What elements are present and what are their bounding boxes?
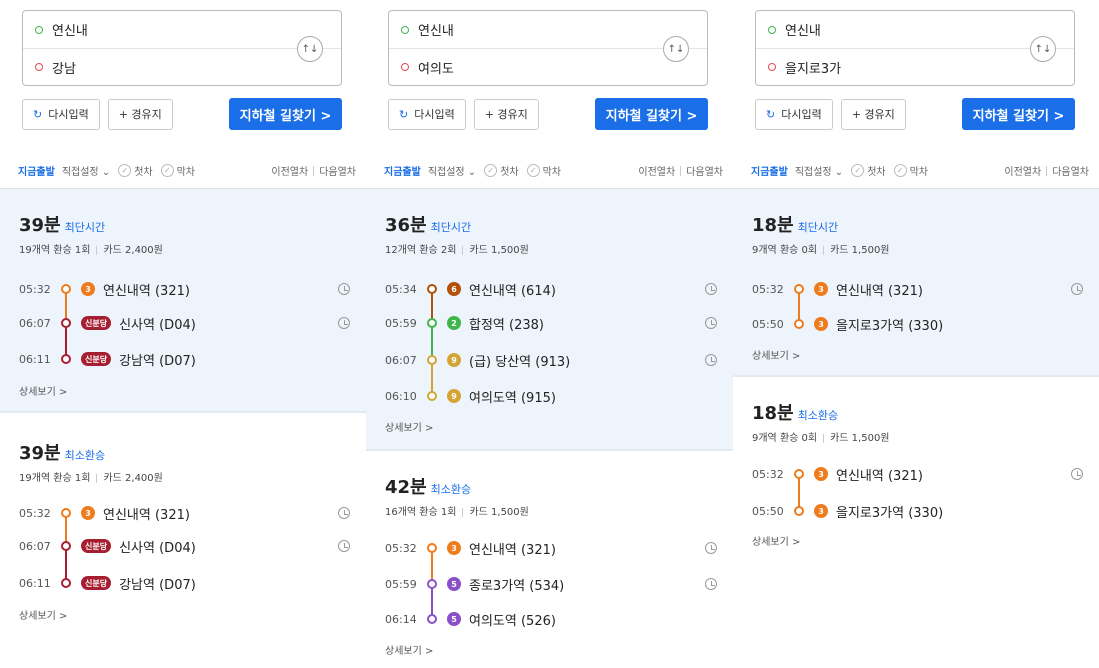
detail-link[interactable]: 상세보기 > [19,607,67,622]
destination-dot-icon [768,63,776,71]
last-train-checkbox[interactable]: ✓ 막차 [893,163,928,178]
origin-field[interactable]: 연신내 [23,11,341,48]
route-stop: 05:32 3 연신내역 (321) [19,504,350,523]
direct-set-dropdown[interactable]: 직접설정 ⌄ [428,163,476,178]
subway-search-button[interactable]: 지하철 길찾기 > [962,98,1075,130]
route-stop: 06:11 신분당 강남역 (D07) [19,352,196,369]
reset-button[interactable]: ↻ 다시입력 [755,98,833,130]
next-train-link[interactable]: 다음열차 [686,163,723,178]
route-stop: 05:50 3 을지로3가역 (330) [752,317,944,334]
route-card[interactable]: 42분 최소환승 16개역 환승 1회 카드 1,500원 05:32 3 연신내역 (… [366,451,733,668]
route-panel-2: 연신내 여의도 ↑↓ ↻ 다시입력 + 경유지 지하철 길찾기 > 지금출발 직접… [366,0,733,668]
swap-icon[interactable]: ↑↓ [297,36,323,62]
route-stop: 05:59 5 종로3가역 (534) [385,575,717,594]
detail-link[interactable]: 상세보기 > [385,419,433,434]
direct-set-dropdown[interactable]: 직접설정 ⌄ [795,163,843,178]
destination-dot-icon [401,63,409,71]
clock-icon[interactable] [705,578,717,590]
route-card[interactable]: 39분 최단시간 19개역 환승 1회 카드 2,400원 05:32 3 연신내역 (… [0,189,366,411]
add-waypoint-button[interactable]: + 경유지 [473,98,539,130]
origin-field[interactable]: 연신내 [389,11,707,48]
reset-button[interactable]: ↻ 다시입력 [22,98,100,130]
destination-field[interactable]: 여의도 [389,48,707,85]
destination-field[interactable]: 강남 [23,48,341,85]
next-train-link[interactable]: 다음열차 [319,163,356,178]
route-stop: 06:07 신분당 신사역 (D04) [19,314,350,333]
clock-icon[interactable] [705,542,717,554]
search-box: 연신내 강남 ↑↓ [22,10,342,86]
clock-icon[interactable] [338,507,350,519]
clock-icon[interactable] [338,283,350,295]
origin-dot-icon [401,25,409,34]
swap-icon[interactable]: ↑↓ [1030,36,1056,62]
route-stop: 05:50 3 을지로3가역 (330) [752,504,944,521]
first-train-checkbox[interactable]: ✓ 첫차 [118,163,153,178]
route-card[interactable]: 18분 최소환승 9개역 환승 0회 카드 1,500원 05:32 3 연신내역 (3… [733,377,1099,577]
clock-icon[interactable] [338,317,350,329]
subway-search-button[interactable]: 지하철 길찾기 > [229,98,342,130]
route-stop: 06:07 9 (급) 당산역 (913) [385,351,717,370]
search-box: 연신내 을지로3가 ↑↓ [755,10,1075,86]
first-train-checkbox[interactable]: ✓ 첫차 [851,163,886,178]
route-stop: 05:32 3 연신내역 (321) [752,465,1083,484]
route-stop: 05:34 6 연신내역 (614) [385,280,717,299]
subway-search-button[interactable]: 지하철 길찾기 > [595,98,708,130]
prev-train-link[interactable]: 이전열차 [271,163,308,178]
add-waypoint-button[interactable]: + 경유지 [107,98,173,130]
check-icon: ✓ [526,164,540,177]
check-icon: ✓ [160,164,174,177]
clock-icon[interactable] [705,283,717,295]
origin-field[interactable]: 연신내 [756,11,1074,48]
route-card[interactable]: 36분 최단시간 12개역 환승 2회 카드 1,500원 05:34 6 연신내역 (… [366,189,733,449]
first-train-checkbox[interactable]: ✓ 첫차 [484,163,519,178]
depart-now-option[interactable]: 지금출발 [18,163,55,178]
check-icon: ✓ [893,164,907,177]
refresh-icon: ↻ [399,107,409,121]
add-waypoint-button[interactable]: + 경유지 [840,98,906,130]
route-stop: 05:32 3 연신내역 (321) [385,539,717,558]
clock-icon[interactable] [1071,283,1083,295]
route-panel-3: 연신내 을지로3가 ↑↓ ↻ 다시입력 + 경유지 지하철 길찾기 > 지금출발 … [733,0,1099,668]
route-stop: 06:14 5 여의도역 (526) [385,612,556,629]
origin-dot-icon [768,25,776,34]
swap-icon[interactable]: ↑↓ [663,36,689,62]
route-stop: 05:32 3 연신내역 (321) [752,280,1083,299]
route-stop: 06:07 신분당 신사역 (D04) [19,537,350,556]
check-icon: ✓ [118,164,132,177]
prev-train-link[interactable]: 이전열차 [1004,163,1041,178]
last-train-checkbox[interactable]: ✓ 막차 [526,163,561,178]
clock-icon[interactable] [338,540,350,552]
destination-field[interactable]: 을지로3가 [756,48,1074,85]
clock-icon[interactable] [705,354,717,366]
clock-icon[interactable] [1071,468,1083,480]
detail-link[interactable]: 상세보기 > [385,642,433,657]
direct-set-dropdown[interactable]: 직접설정 ⌄ [62,163,110,178]
route-stop: 05:59 2 합정역 (238) [385,314,717,333]
destination-dot-icon [35,63,43,71]
detail-link[interactable]: 상세보기 > [752,347,800,362]
clock-icon[interactable] [705,317,717,329]
detail-link[interactable]: 상세보기 > [19,383,67,398]
origin-dot-icon [35,25,43,34]
search-box: 연신내 여의도 ↑↓ [388,10,708,86]
check-icon: ✓ [484,164,498,177]
depart-now-option[interactable]: 지금출발 [384,163,421,178]
route-stop: 05:32 3 연신내역 (321) [19,280,350,299]
detail-link[interactable]: 상세보기 > [752,533,800,548]
depart-now-option[interactable]: 지금출발 [751,163,788,178]
check-icon: ✓ [851,164,865,177]
refresh-icon: ↻ [766,107,776,121]
route-card[interactable]: 39분 최소환승 19개역 환승 1회 카드 2,400원 05:32 3 연신내역 (… [0,413,366,643]
route-stop: 06:11 신분당 강남역 (D07) [19,576,196,593]
route-card[interactable]: 18분 최단시간 9개역 환승 0회 카드 1,500원 05:32 3 연신내역 (3… [733,189,1099,375]
next-train-link[interactable]: 다음열차 [1052,163,1089,178]
route-panel-1: 연신내 강남 ↑↓ ↻ 다시입력 + 경유지 지하철 길찾기 > 지금출발 직접설… [0,0,366,668]
prev-train-link[interactable]: 이전열차 [638,163,675,178]
route-stop: 06:10 9 여의도역 (915) [385,389,556,406]
reset-button[interactable]: ↻ 다시입력 [388,98,466,130]
refresh-icon: ↻ [33,107,43,121]
last-train-checkbox[interactable]: ✓ 막차 [160,163,195,178]
